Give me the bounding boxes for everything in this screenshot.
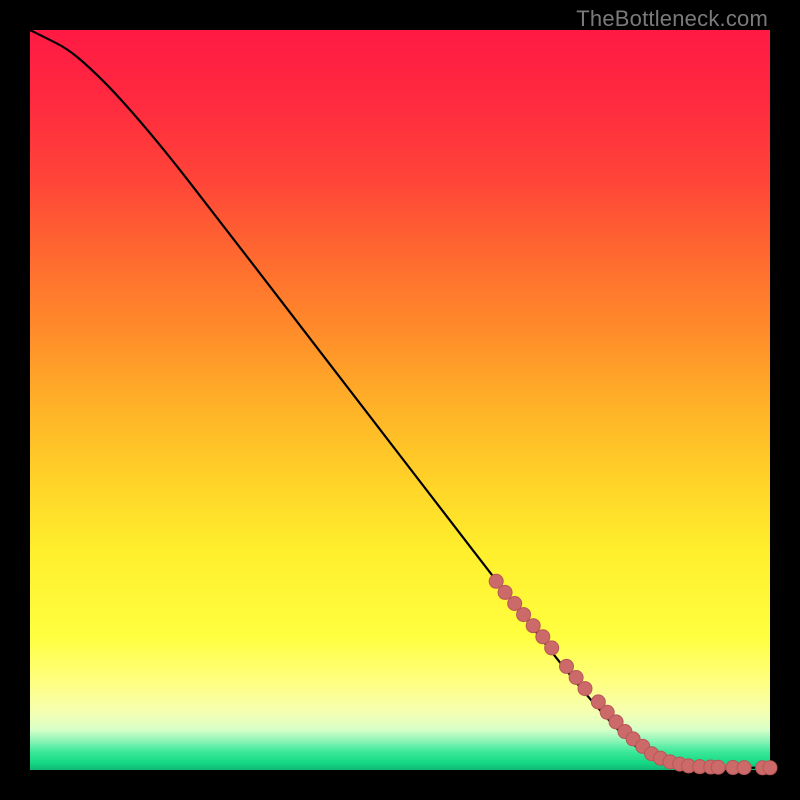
data-dot — [560, 659, 574, 673]
data-dot — [763, 761, 777, 775]
data-dot — [711, 760, 725, 774]
curve-data-dots — [489, 574, 777, 774]
data-dot — [737, 761, 751, 775]
data-dot — [578, 682, 592, 696]
chart-svg — [30, 30, 770, 770]
data-dot — [498, 585, 512, 599]
data-dot — [526, 619, 540, 633]
chart-plot-area — [30, 30, 770, 770]
bottleneck-curve — [30, 30, 770, 768]
data-dot — [517, 608, 531, 622]
watermark-text: TheBottleneck.com — [576, 6, 768, 32]
data-dot — [545, 641, 559, 655]
